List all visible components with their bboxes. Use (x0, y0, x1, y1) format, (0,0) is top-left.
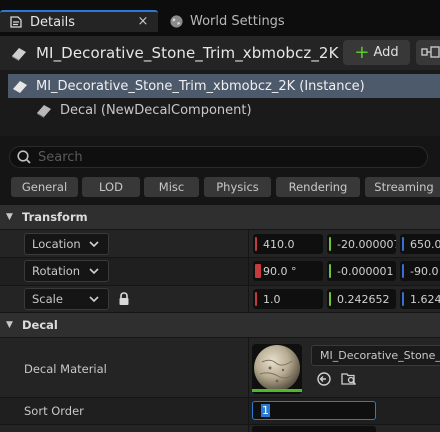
scale-x-value: 1.0 (263, 292, 281, 306)
scale-label: Scale (32, 292, 63, 306)
location-x-value: 410.0 (263, 237, 295, 251)
next-property-field[interactable] (252, 426, 376, 432)
chevron-down-icon (88, 293, 100, 305)
location-y-value: -20.000007 (337, 237, 396, 251)
column-divider (248, 338, 249, 397)
tab-details[interactable]: Details × (0, 10, 158, 32)
blueprint-icon (416, 46, 440, 69)
location-row: Location 410.0 -20.000007 650.0 (0, 230, 440, 257)
selected-object-header: MI_Decorative_Stone_Trim_xbmobcz_2K + Ad… (0, 36, 440, 70)
x-axis-marker (255, 292, 257, 306)
lock-icon[interactable] (117, 291, 131, 307)
transform-section-title: Transform (22, 210, 88, 224)
tab-world-settings[interactable]: World Settings (164, 10, 324, 32)
collapse-arrow-icon: ▼ (6, 320, 13, 330)
category-streaming-button[interactable]: Streaming (365, 177, 440, 197)
decal-section-title: Decal (22, 318, 58, 332)
rotation-z-value: -90.0 ° (410, 264, 440, 278)
transform-section-header[interactable]: ▼ Transform (0, 205, 440, 229)
material-instance-icon (12, 78, 28, 94)
globe-icon (168, 13, 184, 29)
tab-world-settings-label: World Settings (190, 13, 285, 29)
location-z-field[interactable]: 650.0 (400, 234, 440, 254)
column-divider (248, 425, 249, 432)
search-icon (16, 149, 32, 165)
decal-material-picker[interactable]: MI_Decorative_Stone_Trim (311, 345, 440, 366)
category-physics-button[interactable]: Physics (204, 177, 271, 197)
category-general-button[interactable]: General (11, 177, 78, 197)
scale-dropdown[interactable]: Scale (24, 288, 109, 310)
rotation-row: Rotation 90.0 ° -0.000001 ° -90.0 ° (0, 258, 440, 285)
category-rendering-button[interactable]: Rendering (276, 177, 360, 197)
add-component-button[interactable]: + Add (343, 40, 410, 65)
category-misc-button[interactable]: Misc (144, 177, 199, 197)
location-z-value: 650.0 (410, 237, 440, 251)
rotation-dropdown[interactable]: Rotation (24, 260, 109, 282)
sort-order-label: Sort Order (24, 404, 84, 418)
material-instance-icon (10, 44, 28, 62)
location-y-field[interactable]: -20.000007 (327, 234, 396, 254)
sort-order-field[interactable]: 1 (252, 401, 376, 420)
tree-item-instance-label: MI_Decorative_Stone_Trim_xbmobcz_2K (Ins… (36, 78, 365, 94)
find-in-content-browser-icon[interactable] (341, 371, 357, 387)
rotation-z-field[interactable]: -90.0 ° (400, 261, 440, 281)
y-axis-marker (329, 264, 331, 278)
browse-to-asset-icon[interactable] (316, 371, 332, 387)
location-label: Location (32, 237, 81, 251)
selected-object-name: MI_Decorative_Stone_Trim_xbmobcz_2K (36, 44, 339, 62)
tab-details-label: Details (30, 14, 76, 30)
x-axis-marker (255, 264, 261, 278)
x-axis-marker (255, 237, 257, 251)
rotation-label: Rotation (32, 264, 81, 278)
scale-x-field[interactable]: 1.0 (253, 289, 323, 309)
blueprint-button[interactable] (416, 40, 440, 65)
material-thumbnail[interactable] (252, 344, 302, 394)
column-divider (248, 398, 249, 424)
location-x-field[interactable]: 410.0 (253, 234, 323, 254)
decal-section-header[interactable]: ▼ Decal (0, 313, 440, 337)
scale-y-field[interactable]: 0.242652 (327, 289, 396, 309)
close-icon[interactable]: × (136, 14, 150, 30)
rotation-y-value: -0.000001 ° (337, 264, 396, 278)
scale-z-value: 1.6246 (410, 292, 440, 306)
chevron-down-icon (88, 265, 100, 277)
column-divider (248, 230, 249, 257)
z-axis-marker (402, 292, 404, 306)
scale-y-value: 0.242652 (337, 292, 390, 306)
search-input[interactable]: Search (9, 146, 428, 168)
scale-row: Scale 1.0 0.242652 1.6246 (0, 286, 440, 312)
tree-item-decal[interactable]: Decal (NewDecalComponent) (36, 100, 252, 120)
y-axis-marker (329, 237, 331, 251)
tree-item-decal-label: Decal (NewDecalComponent) (60, 102, 252, 118)
decal-component-icon (36, 102, 52, 118)
location-dropdown[interactable]: Location (24, 233, 109, 255)
column-divider (248, 286, 249, 312)
rotation-y-field[interactable]: -0.000001 ° (327, 261, 396, 281)
component-tree: MI_Decorative_Stone_Trim_xbmobcz_2K (Ins… (0, 70, 440, 136)
chevron-down-icon (88, 238, 100, 250)
plus-icon: + (354, 41, 370, 63)
tree-item-instance[interactable]: MI_Decorative_Stone_Trim_xbmobcz_2K (Ins… (8, 74, 440, 98)
sort-order-value: 1 (261, 404, 270, 417)
scale-z-field[interactable]: 1.6246 (400, 289, 440, 309)
y-axis-marker (329, 292, 331, 306)
rotation-x-value: 90.0 ° (263, 264, 297, 278)
column-divider (248, 258, 249, 285)
collapse-arrow-icon: ▼ (6, 212, 13, 222)
add-button-label: Add (373, 45, 399, 60)
rotation-x-field[interactable]: 90.0 ° (253, 261, 323, 281)
decal-material-label: Decal Material (24, 362, 107, 376)
decal-material-value: MI_Decorative_Stone_Trim (320, 349, 440, 362)
z-axis-marker (402, 237, 404, 251)
details-icon (8, 14, 24, 30)
search-placeholder: Search (38, 149, 83, 165)
category-lod-button[interactable]: LOD (82, 177, 140, 197)
material-type-indicator (252, 389, 302, 392)
z-axis-marker (402, 264, 404, 278)
